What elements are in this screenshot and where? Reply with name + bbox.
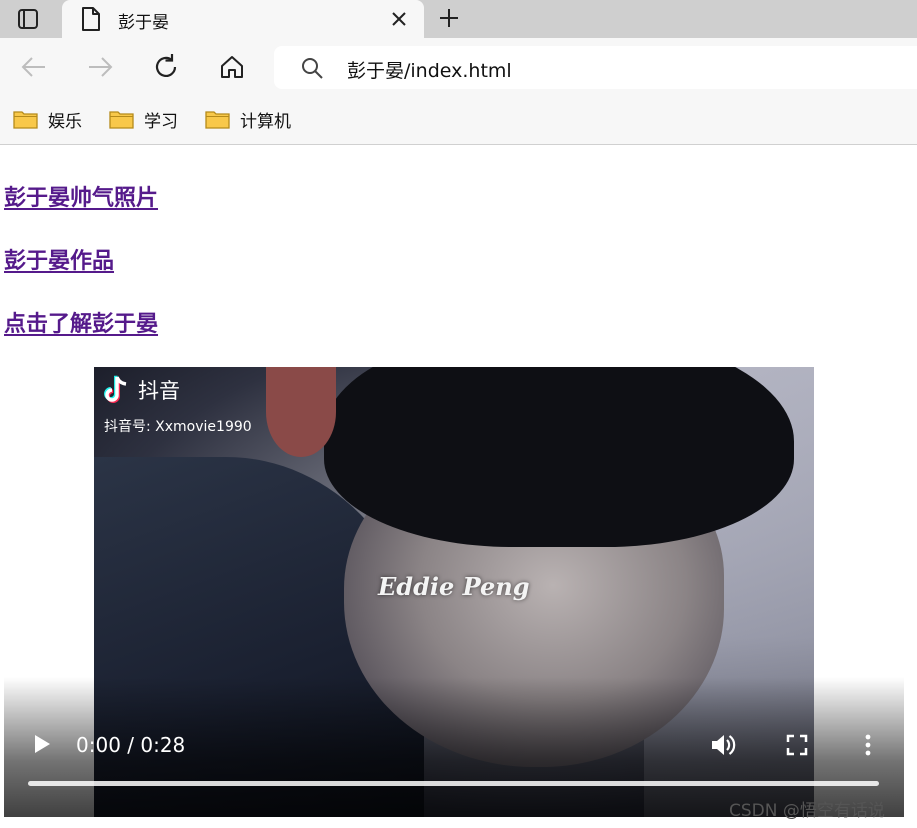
plus-icon — [440, 9, 458, 27]
reload-icon — [155, 54, 177, 78]
navigation-bar: 彭于晏/index.html — [0, 38, 917, 96]
new-tab-button[interactable] — [434, 3, 464, 33]
browser-tab[interactable]: 彭于晏 — [62, 0, 424, 38]
bookmark-label: 学习 — [144, 111, 178, 132]
fullscreen-button[interactable] — [782, 730, 812, 760]
fullscreen-icon — [786, 734, 808, 756]
volume-icon — [712, 735, 736, 755]
volume-button[interactable] — [708, 730, 740, 760]
link-photos[interactable]: 彭于晏帅气照片 — [4, 180, 158, 212]
page-content: 彭于晏帅气照片 彭于晏作品 点击了解彭于晏 抖音 抖音号: Xxmovie199… — [0, 146, 917, 828]
back-button[interactable] — [17, 51, 51, 83]
bookmark-label: 计算机 — [240, 111, 291, 132]
video-progress-bar[interactable] — [28, 781, 879, 786]
reload-button[interactable] — [149, 51, 183, 83]
play-icon — [35, 735, 50, 753]
douyin-logo: 抖音 — [104, 375, 180, 405]
address-url[interactable]: 彭于晏/index.html — [347, 56, 512, 83]
folder-icon — [109, 111, 134, 129]
video-time: 0:00 / 0:28 — [76, 733, 186, 757]
tab-actions-icon — [18, 9, 38, 29]
video-ear — [266, 367, 336, 457]
arrow-right-icon — [89, 57, 113, 77]
page-icon — [82, 7, 100, 31]
douyin-icon — [104, 375, 127, 403]
bookmark-folder-entertainment[interactable]: 娱乐 — [13, 106, 82, 132]
video-player[interactable]: 抖音 抖音号: Xxmovie1990 Eddie Peng 0:00 / 0:… — [4, 367, 904, 817]
address-bar[interactable]: 彭于晏/index.html — [274, 46, 917, 89]
bookmark-folder-computer[interactable]: 计算机 — [205, 106, 291, 132]
folder-icon — [205, 111, 230, 129]
tab-title: 彭于晏 — [118, 13, 169, 33]
bookmark-folder-study[interactable]: 学习 — [109, 106, 178, 132]
link-about[interactable]: 点击了解彭于晏 — [4, 306, 158, 338]
arrow-left-icon — [21, 57, 45, 77]
play-button[interactable] — [28, 730, 56, 758]
home-button[interactable] — [215, 51, 249, 83]
close-icon — [392, 12, 406, 26]
link-works[interactable]: 彭于晏作品 — [4, 243, 114, 275]
home-icon — [221, 56, 243, 78]
forward-button[interactable] — [83, 51, 117, 83]
bookmark-label: 娱乐 — [48, 111, 82, 132]
bookmarks-bar: 娱乐 学习 计算机 — [0, 96, 917, 145]
more-vertical-icon — [865, 734, 871, 756]
watermark: CSDN @悟空有话说 — [729, 801, 885, 821]
search-icon — [302, 58, 323, 79]
video-signature: Eddie Peng — [378, 572, 530, 601]
douyin-name: 抖音 — [138, 379, 180, 403]
tab-close-button[interactable] — [386, 6, 412, 32]
more-options-button[interactable] — [856, 730, 880, 760]
tab-bar: 彭于晏 — [0, 0, 917, 38]
douyin-id: 抖音号: Xxmovie1990 — [104, 419, 252, 435]
video-hair — [324, 367, 794, 547]
folder-icon — [13, 111, 38, 129]
tab-actions-button[interactable] — [8, 5, 48, 33]
